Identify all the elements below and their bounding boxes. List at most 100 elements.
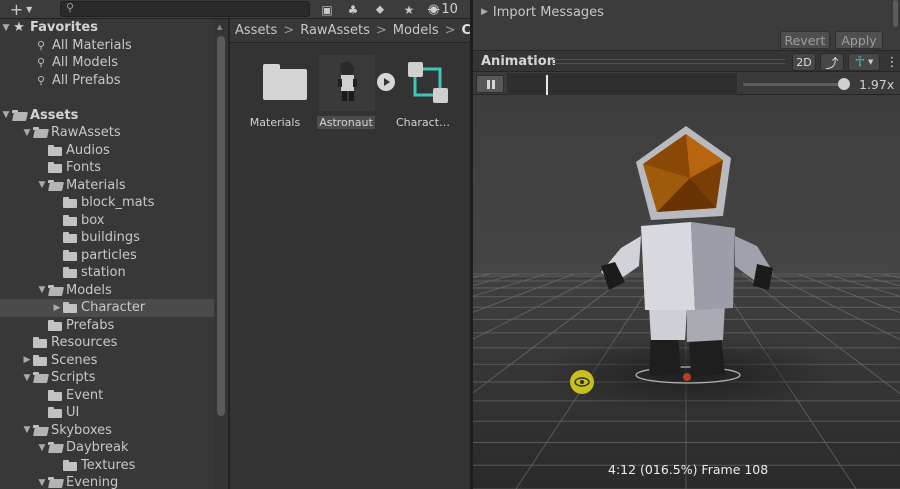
speed-label: 1.97x <box>859 76 895 92</box>
tree-folder-ui[interactable]: UI <box>0 404 214 422</box>
star-icon: ★ <box>13 20 25 36</box>
folder-open-icon <box>48 284 62 296</box>
asset-materials-folder[interactable]: Materials <box>240 55 310 135</box>
tree-folder-character[interactable]: ▶ Character <box>0 299 214 317</box>
tree-folder-daybreak[interactable]: ▼ Daybreak <box>0 439 214 457</box>
search-icon: ⚲ <box>66 1 75 14</box>
breadcrumb-item[interactable]: RawAssets <box>300 23 370 38</box>
asset-thumb <box>248 55 307 111</box>
avatar-menu-button[interactable]: ☥ ▼ <box>848 53 880 71</box>
tree-folder-scripts[interactable]: ▼ Scripts <box>0 369 214 387</box>
asset-label: Astronaut <box>317 116 375 129</box>
import-messages-foldout[interactable]: ▶ Import Messages <box>473 0 891 24</box>
tree-favorite-item[interactable]: ⚲ All Models <box>0 54 214 72</box>
expand-arrow-icon[interactable]: ▼ <box>36 443 48 453</box>
expand-arrow-icon[interactable]: ▼ <box>21 373 33 383</box>
search-input[interactable]: ⚲ <box>60 1 310 17</box>
pivot-toggle-button[interactable]: ⤴ <box>820 53 844 72</box>
folder-open-icon <box>48 179 62 191</box>
hidden-packages-toggle[interactable]: ◉ 10 <box>428 0 458 19</box>
revert-button[interactable]: Revert <box>780 31 830 49</box>
tree-folder-evening[interactable]: ▼ Evening <box>0 474 214 489</box>
project-panel: + ▼ ⚲ ▣ ♣ ⬥ ★ ◉ 10 ▼ ★ Favorites ⚲ All Mat… <box>0 0 470 489</box>
tree-label: Scenes <box>51 352 98 368</box>
favorites-filter-button[interactable]: ★ <box>398 0 420 19</box>
tree-folder-scenes[interactable]: ▶ Scenes <box>0 352 214 370</box>
tree-favorite-item[interactable]: ⚲ All Materials <box>0 37 214 55</box>
tree-folder-prefabs[interactable]: Prefabs <box>0 317 214 335</box>
breadcrumb-item[interactable]: Models <box>393 23 439 38</box>
asset-grid: Assets > RawAssets > Models > Ch Materials Ast… <box>230 19 470 489</box>
chevron-down-icon: ▼ <box>868 58 874 66</box>
preview-scene <box>473 96 900 489</box>
timeline-scrubber[interactable] <box>507 73 737 95</box>
tree-favorite-item[interactable]: ⚲ All Prefabs <box>0 72 214 90</box>
pause-button[interactable] <box>476 75 504 93</box>
folder-tree: ▼ ★ Favorites ⚲ All Materials ⚲ All Models ⚲… <box>0 19 228 489</box>
tree-folder-particles[interactable]: particles <box>0 247 214 265</box>
scroll-up-icon[interactable]: ▲ <box>217 23 222 31</box>
tree-label: RawAssets <box>51 125 121 141</box>
folder-open-icon <box>33 127 47 138</box>
animation-preview-viewport[interactable]: 4:12 (016.5%) Frame 108 <box>473 96 900 489</box>
collapse-arrow-icon[interactable]: ▶ <box>51 303 63 313</box>
search-by-label-button[interactable]: ♣ <box>342 0 364 19</box>
tree-folder-box[interactable]: box <box>0 212 214 230</box>
folder-icon <box>48 407 62 419</box>
tree-folder-event[interactable]: Event <box>0 387 214 405</box>
tree-folder-fonts[interactable]: Fonts <box>0 159 214 177</box>
expand-arrow-icon[interactable]: ▼ <box>36 180 48 190</box>
collapse-arrow-icon[interactable]: ▶ <box>21 355 33 365</box>
inspector-panel: ▶ Import Messages Revert Apply Animation… <box>473 0 900 489</box>
asset-astronaut-model[interactable]: Astronaut <box>311 55 395 135</box>
tree-folder-audios[interactable]: Audios <box>0 142 214 160</box>
tree-folder-textures[interactable]: Textures <box>0 457 214 475</box>
expand-arrow-icon[interactable]: ▼ <box>0 110 12 120</box>
inspector-scrollbar[interactable] <box>891 0 900 27</box>
tag-filter-button[interactable]: ⬥ <box>369 0 391 19</box>
tree-label: box <box>81 212 105 228</box>
animation-title: Animation <box>481 53 556 69</box>
expand-arrow-icon[interactable]: ▼ <box>36 478 48 488</box>
breadcrumb-item[interactable]: Assets <box>235 23 277 38</box>
tree-folder-models[interactable]: ▼ Models <box>0 282 214 300</box>
asset-label: Charact… <box>395 116 451 129</box>
tree-folder-materials[interactable]: ▼ Materials <box>0 177 214 195</box>
expand-arrow-icon[interactable]: ▼ <box>0 23 12 33</box>
asset-character-prefab[interactable]: Charact… <box>388 55 458 135</box>
tree-label: Resources <box>51 335 118 351</box>
add-asset-button[interactable]: + ▼ <box>4 0 38 19</box>
speed-slider-knob[interactable] <box>837 78 850 90</box>
tree-folder-buildings[interactable]: buildings <box>0 229 214 247</box>
tree-label: Fonts <box>66 160 102 176</box>
tree-label: Models <box>66 282 112 298</box>
breadcrumb-separator-icon: > <box>444 23 456 38</box>
tree-folder-resources[interactable]: Resources <box>0 334 214 352</box>
asset-label: Materials <box>249 116 301 129</box>
folder-open-icon <box>48 442 62 453</box>
more-options-button[interactable]: ⋮ <box>886 53 899 71</box>
tree-assets-header[interactable]: ▼ Assets <box>0 107 214 125</box>
folder-icon <box>33 354 47 366</box>
expand-arrow-icon[interactable]: ▼ <box>36 285 48 295</box>
expand-arrow-icon[interactable]: ▼ <box>21 425 33 435</box>
filter-type-icon: ▣ <box>321 2 333 17</box>
tree-scrollbar[interactable]: ▲ <box>214 19 228 489</box>
playhead[interactable] <box>546 75 549 95</box>
project-toolbar: + ▼ ⚲ ▣ ♣ ⬥ ★ ◉ 10 <box>0 0 470 19</box>
tree-folder-station[interactable]: station <box>0 264 214 282</box>
tree-label: buildings <box>81 230 140 246</box>
drag-grip[interactable] <box>553 59 785 64</box>
breadcrumb-item[interactable]: Ch <box>462 23 471 38</box>
expand-arrow-icon[interactable]: ▼ <box>21 128 33 138</box>
playback-speed-slider[interactable] <box>743 83 849 86</box>
toggle-2d-button[interactable]: 2D <box>792 53 816 71</box>
tree-folder-block_mats[interactable]: block_mats <box>0 194 214 212</box>
search-by-type-button[interactable]: ▣ <box>316 0 338 19</box>
tree-favorites-header[interactable]: ▼ ★ Favorites <box>0 19 214 37</box>
scrollbar-thumb[interactable] <box>217 36 225 416</box>
tree-label: station <box>81 265 126 281</box>
tree-folder-rawassets[interactable]: ▼ RawAssets <box>0 124 214 142</box>
tree-folder-skyboxes[interactable]: ▼ Skyboxes <box>0 422 214 440</box>
apply-button[interactable]: Apply <box>835 31 883 49</box>
